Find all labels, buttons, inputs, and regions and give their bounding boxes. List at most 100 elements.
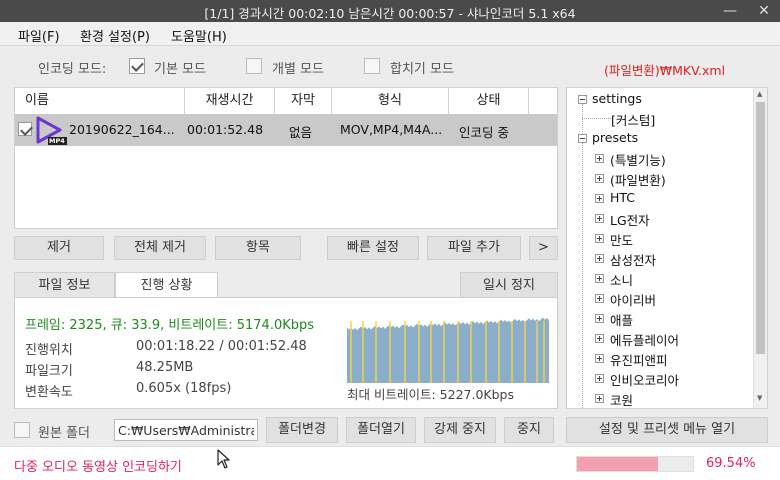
file-list-table: 이름 재생시간 자막 형식 상태 MP4 20190622_164... 00:…: [14, 87, 558, 229]
open-folder-button[interactable]: 폴더열기: [346, 417, 416, 443]
remove-button[interactable]: 제거: [14, 236, 104, 260]
stop-button[interactable]: 중지: [504, 417, 554, 443]
bitrate-area: [347, 317, 549, 383]
column-duration[interactable]: 재생시간: [185, 88, 275, 114]
remove-all-button[interactable]: 전체 제거: [114, 236, 206, 260]
position-value: 00:01:18.22 / 00:01:52.48: [136, 339, 307, 354]
settings-collapse-icon[interactable]: [578, 95, 587, 104]
multi-audio-link[interactable]: 다중 오디오 동영상 인코딩하기: [14, 456, 182, 475]
more-button[interactable]: >: [529, 236, 558, 260]
overall-progress-percent: 69.54%: [706, 456, 756, 471]
tree-node-eduplayer[interactable]: 에듀플레이어: [610, 330, 679, 349]
tree-node-custom[interactable]: [커스텀]: [611, 110, 655, 129]
tree-node-settings[interactable]: settings: [592, 91, 642, 106]
file-size-label: 파일크기: [25, 364, 73, 379]
basic-mode-checkbox[interactable]: [129, 58, 145, 74]
tree-node-file-convert[interactable]: (파일변환): [610, 170, 666, 189]
row-checkbox[interactable]: [18, 122, 32, 136]
tree-node-lg[interactable]: LG전자: [610, 210, 650, 229]
column-name[interactable]: 이름: [15, 88, 185, 114]
expand-icon[interactable]: [595, 254, 604, 263]
expand-icon[interactable]: [595, 334, 604, 343]
tree-node-special[interactable]: (특별기능): [610, 150, 666, 169]
mp4-badge: MP4: [49, 137, 65, 145]
tree-node-htc[interactable]: HTC: [610, 190, 635, 205]
column-format[interactable]: 형식: [332, 88, 449, 114]
source-folder-checkbox[interactable]: [14, 422, 30, 438]
expand-icon[interactable]: [595, 194, 604, 203]
merge-mode-checkbox[interactable]: [364, 58, 380, 74]
row-subtitle: 없음: [289, 125, 313, 140]
bitrate-graph: [347, 307, 551, 383]
table-header: 이름 재생시간 자막 형식 상태: [15, 88, 557, 114]
column-extra: [529, 88, 557, 114]
column-status[interactable]: 상태: [449, 88, 529, 114]
row-format: MOV,MP4,M4A...: [340, 122, 443, 137]
output-path-input[interactable]: [114, 419, 258, 441]
preset-path-link[interactable]: (파일변환)₩MKV.xml: [604, 60, 725, 79]
expand-icon[interactable]: [595, 354, 604, 363]
minimize-button[interactable]: —: [714, 0, 746, 22]
file-size-value: 48.25MB: [136, 360, 194, 375]
window-title: [1/1] 경과시간 00:02:10 남은시간 00:00:57 - 샤나인코…: [204, 6, 576, 21]
expand-icon[interactable]: [595, 234, 604, 243]
expand-icon[interactable]: [595, 174, 604, 183]
preset-tree: settings [커스텀] presets (특별기능) (파일변환) HTC…: [566, 87, 768, 409]
tree-node-iriver[interactable]: 아이리버: [610, 290, 656, 309]
title-bar: [1/1] 경과시간 00:02:10 남은시간 00:00:57 - 샤나인코…: [0, 0, 780, 22]
tab-file-info[interactable]: 파일 정보: [14, 272, 115, 298]
max-bitrate-label: 최대 비트레이트: 5227.0Kbps: [347, 387, 514, 402]
position-label: 진행위치: [25, 343, 73, 358]
tree-node-eugene[interactable]: 유진피앤피: [610, 350, 668, 369]
mouse-cursor-icon: [217, 449, 230, 469]
tree-node-apple[interactable]: 애플: [610, 310, 633, 329]
basic-mode-label: 기본 모드: [154, 62, 206, 77]
expand-icon[interactable]: [595, 154, 604, 163]
item-button[interactable]: 항목: [215, 236, 301, 260]
force-stop-button[interactable]: 강제 중지: [424, 417, 496, 443]
merge-mode-label: 합치기 모드: [390, 62, 454, 77]
tree-node-presets[interactable]: presets: [592, 130, 638, 145]
menu-help[interactable]: 도움말(H): [171, 26, 227, 45]
expand-icon[interactable]: [595, 274, 604, 283]
scroll-thumb[interactable]: [756, 102, 765, 354]
pause-button[interactable]: 일시 정지: [460, 272, 558, 298]
add-file-button[interactable]: 파일 추가: [427, 236, 521, 260]
speed-label: 변환속도: [25, 385, 73, 400]
row-duration: 00:01:52.48: [187, 122, 264, 137]
close-button[interactable]: ✕: [748, 0, 780, 22]
encoding-stats: 프레임: 2325, 큐: 33.9, 비트레이트: 5174.0Kbps: [25, 318, 315, 333]
column-subtitle[interactable]: 자막: [275, 88, 332, 114]
encoding-mode-label: 인코딩 모드:: [38, 62, 107, 77]
tree-node-samsung[interactable]: 삼성전자: [610, 250, 656, 269]
row-status: 인코딩 중: [459, 125, 509, 140]
tree-node-cowon[interactable]: 코원: [610, 390, 633, 408]
tab-bar: 파일 정보 진행 상황 일시 정지: [14, 272, 558, 298]
expand-icon[interactable]: [595, 394, 604, 403]
tree-node-mando[interactable]: 만도: [610, 230, 633, 249]
row-file-name: 20190622_164...: [69, 122, 175, 137]
tree-node-invio[interactable]: 인비오코리아: [610, 370, 679, 389]
expand-icon[interactable]: [595, 294, 604, 303]
expand-icon[interactable]: [595, 374, 604, 383]
change-folder-button[interactable]: 폴더변경: [266, 417, 338, 443]
settings-preset-menu-button[interactable]: 설정 및 프리셋 메뉴 열기: [566, 417, 768, 443]
expand-icon[interactable]: [595, 314, 604, 323]
presets-collapse-icon[interactable]: [578, 134, 587, 143]
progress-panel: 프레임: 2325, 큐: 33.9, 비트레이트: 5174.0Kbps 진행…: [14, 297, 558, 409]
source-folder-label: 원본 폴더: [38, 426, 90, 441]
quick-settings-button[interactable]: 빠른 설정: [327, 236, 419, 260]
menu-bar: 파일(F) 환경 설정(P) 도움말(H): [0, 22, 780, 46]
table-row[interactable]: MP4 20190622_164... 00:01:52.48 없음 MOV,M…: [15, 114, 557, 146]
menu-file[interactable]: 파일(F): [18, 26, 60, 45]
overall-progress-fill: [577, 457, 658, 471]
menu-settings[interactable]: 환경 설정(P): [80, 26, 150, 45]
individual-mode-checkbox[interactable]: [246, 58, 262, 74]
tab-progress[interactable]: 진행 상황: [115, 272, 218, 298]
expand-icon[interactable]: [595, 214, 604, 223]
tree-scrollbar[interactable]: ▲ ▼: [753, 88, 767, 408]
tree-node-sony[interactable]: 소니: [610, 270, 633, 289]
overall-progress-bar: [576, 456, 694, 472]
individual-mode-label: 개별 모드: [272, 62, 324, 77]
speed-value: 0.605x (18fps): [136, 381, 232, 396]
